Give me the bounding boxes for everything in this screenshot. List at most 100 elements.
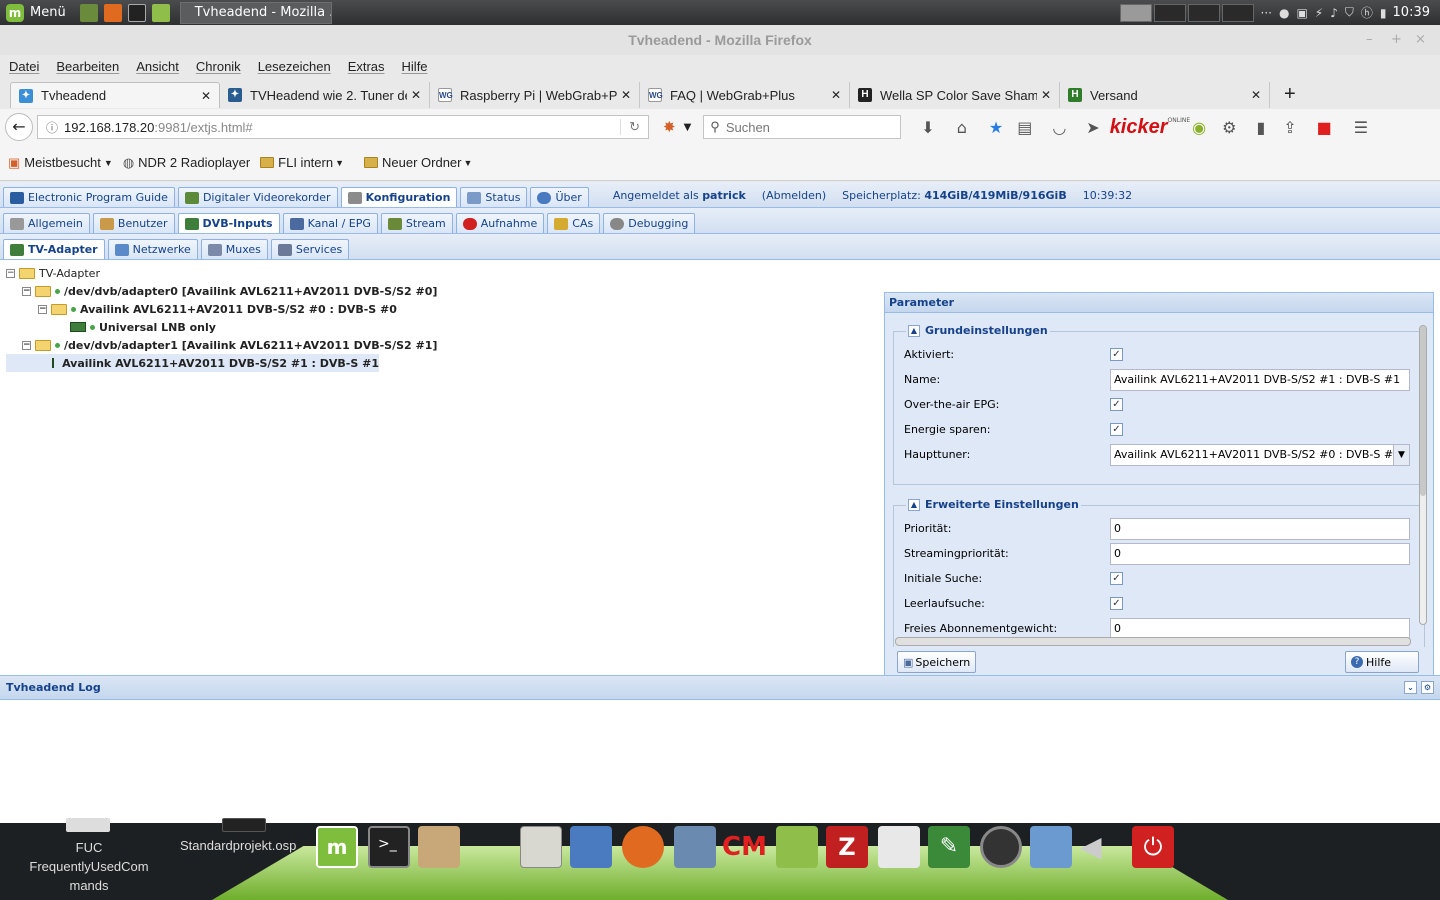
new-tab-icon[interactable]: +	[1284, 83, 1296, 106]
mint-menu-icon[interactable]: m	[6, 3, 24, 22]
back-button[interactable]: ←	[5, 113, 33, 141]
settings-icon[interactable]: ✎	[928, 826, 970, 868]
thunderbird-icon[interactable]	[674, 826, 716, 868]
document-viewer-icon[interactable]	[878, 826, 920, 868]
checkbox-leerlaufsuche[interactable]: ✓	[1110, 597, 1123, 610]
close-tab-icon[interactable]: ✕	[201, 89, 211, 103]
upload-icon[interactable]: ⇪	[1283, 118, 1296, 137]
collapse-icon[interactable]: −	[22, 340, 31, 350]
tab-benutzer[interactable]: Benutzer	[92, 213, 175, 233]
network-folder-icon[interactable]	[1030, 826, 1072, 868]
menu-lesezeichen[interactable]: Lesezeichen	[258, 59, 331, 74]
battery-icon[interactable]: ▮	[1380, 6, 1387, 20]
menu-bearbeiten[interactable]: Bearbeiten	[56, 59, 119, 74]
search-input[interactable]: ⚲ Suchen	[703, 115, 902, 139]
show-desktop-icon[interactable]	[79, 3, 98, 22]
close-tab-icon[interactable]: ✕	[1251, 88, 1261, 102]
project-icon[interactable]	[222, 818, 266, 832]
terminal-icon[interactable]: >_	[368, 826, 410, 868]
tree-node-frontend0[interactable]: − Availink AVL6211+AV2011 DVB-S/S2 #0 : D…	[6, 300, 880, 318]
menu-extras[interactable]: Extras	[348, 59, 385, 74]
tab-stream[interactable]: Stream	[380, 213, 453, 233]
tree-node-root[interactable]: − TV-Adapter	[6, 264, 880, 282]
bookmark-neuer-ordner[interactable]: Neuer Ordner ▼	[364, 155, 472, 170]
hp-icon[interactable]: ⓗ	[1361, 4, 1373, 21]
tree-node-lnb[interactable]: Universal LNB only	[6, 318, 880, 336]
scrollbar-thumb[interactable]	[1420, 326, 1426, 496]
tree-node-adapter1[interactable]: −/dev/dvb/adapter1 [Availink AVL6211+AV2…	[6, 336, 880, 354]
menu-hilfe[interactable]: Hilfe	[402, 59, 428, 74]
tab-muxes[interactable]: Muxes	[200, 239, 268, 259]
bookmark-meistbesucht[interactable]: ▣ Meistbesucht ▼	[8, 155, 113, 171]
shield-icon[interactable]: ⛉	[1345, 5, 1354, 20]
tab-ueber[interactable]: Über	[530, 187, 589, 207]
bookmark-star-icon[interactable]: ★	[989, 118, 1003, 137]
close-icon[interactable]: ×	[1415, 32, 1426, 47]
desktop-icon-project[interactable]: Standardprojekt.osp	[180, 838, 296, 853]
url-bar[interactable]: ⓘ 192.168.178.20:9981/extjs.html# ↻	[37, 115, 649, 139]
send-icon[interactable]: ➤	[1086, 118, 1099, 137]
tab-faq[interactable]: WG FAQ | WebGrab+Plus ✕	[640, 82, 850, 108]
collapse-icon[interactable]: ▲	[908, 498, 920, 511]
collapse-icon[interactable]: ⌄	[1404, 681, 1417, 694]
tab-aufnahme[interactable]: Aufnahme	[455, 213, 545, 233]
menu-ansicht[interactable]: Ansicht	[136, 59, 179, 74]
tab-kanal-epg[interactable]: Kanal / EPG	[282, 213, 378, 233]
tab-tvheadend-tuner[interactable]: ✦ TVHeadend wie 2. Tuner de ✕	[220, 82, 430, 108]
tab-epg[interactable]: Electronic Program Guide	[3, 187, 175, 207]
collapse-icon[interactable]: −	[22, 286, 31, 296]
collapse-icon[interactable]: ▲	[908, 324, 920, 337]
tab-tvheadend[interactable]: ✦ Tvheadend ✕	[10, 82, 220, 108]
minimize-icon[interactable]: –	[1366, 32, 1373, 47]
workspace-4[interactable]	[1221, 3, 1254, 22]
close-tab-icon[interactable]: ✕	[1041, 88, 1051, 102]
workspace-2[interactable]	[1153, 3, 1186, 22]
tab-allgemein[interactable]: Allgemein	[3, 213, 90, 233]
tab-konfiguration[interactable]: Konfiguration	[340, 187, 458, 207]
bookmark-fli-intern[interactable]: FLI intern ▼	[260, 155, 344, 170]
tab-netzwerke[interactable]: Netzwerke	[107, 239, 198, 259]
workspace-3[interactable]	[1187, 3, 1220, 22]
files-launcher-icon[interactable]	[151, 3, 170, 22]
legend-basic[interactable]: ▲ Grundeinstellungen	[906, 324, 1050, 337]
legend-advanced[interactable]: ▲ Erweiterte Einstellungen	[906, 498, 1081, 511]
vertical-scrollbar[interactable]	[1419, 325, 1427, 625]
parameter-scroll-area[interactable]: ▲ Grundeinstellungen Aktiviert: ✓ Name: Ava…	[885, 313, 1433, 647]
volume-icon[interactable]: ♪	[1330, 6, 1338, 20]
help-button[interactable]: ? Hilfe	[1345, 651, 1419, 673]
more-icon[interactable]: ···	[1261, 6, 1272, 20]
volume-icon[interactable]: ◀	[1080, 826, 1122, 868]
addon-icon[interactable]: ✸	[663, 118, 676, 136]
close-tab-icon[interactable]: ✕	[831, 88, 841, 102]
horizontal-scrollbar[interactable]	[895, 637, 1411, 646]
tab-versand[interactable]: H Versand ✕	[1060, 82, 1270, 108]
maximize-icon[interactable]: +	[1391, 32, 1402, 47]
checkbox-aktiviert[interactable]: ✓	[1110, 348, 1123, 361]
workspace-1[interactable]	[1119, 3, 1152, 22]
tab-services[interactable]: Services	[270, 239, 350, 259]
package-icon[interactable]	[418, 826, 460, 868]
bookmark-ndr2[interactable]: ◍ NDR 2 Radioplayer	[123, 155, 250, 171]
reading-list-icon[interactable]: ▤	[1017, 118, 1032, 137]
mint-menu-icon[interactable]: m	[316, 826, 358, 868]
clock[interactable]: 10:39	[1393, 5, 1430, 20]
network-icon[interactable]: ⚡	[1315, 6, 1323, 20]
hamburger-menu-icon[interactable]: ☰	[1354, 118, 1368, 137]
tab-tv-adapter[interactable]: TV-Adapter	[3, 239, 105, 259]
name-input[interactable]: Availink AVL6211+AV2011 DVB-S/S2 #1 : DV…	[1110, 368, 1410, 391]
haupttuner-select[interactable]: Availink AVL6211+AV2011 DVB-S/S2 #0 : DV…	[1110, 443, 1410, 466]
logout-link[interactable]: (Abmelden)	[762, 189, 826, 202]
streamingprioritaet-input[interactable]: 0	[1110, 542, 1410, 565]
user-icon[interactable]: ●	[1279, 6, 1289, 20]
flash-icon[interactable]: ■	[1317, 118, 1332, 137]
reload-icon[interactable]: ↻	[620, 119, 640, 135]
pocket-icon[interactable]: ◡	[1052, 118, 1066, 137]
extension-icon[interactable]: ⚙	[1222, 118, 1236, 137]
files-icon[interactable]	[776, 826, 818, 868]
collapse-icon[interactable]: −	[38, 304, 47, 314]
calculator-icon[interactable]	[520, 826, 562, 868]
document-icon[interactable]	[570, 826, 612, 868]
camera-icon[interactable]	[980, 826, 1022, 868]
download-icon[interactable]: ⬇	[921, 118, 934, 137]
tab-dvr[interactable]: Digitaler Videorekorder	[177, 187, 338, 207]
